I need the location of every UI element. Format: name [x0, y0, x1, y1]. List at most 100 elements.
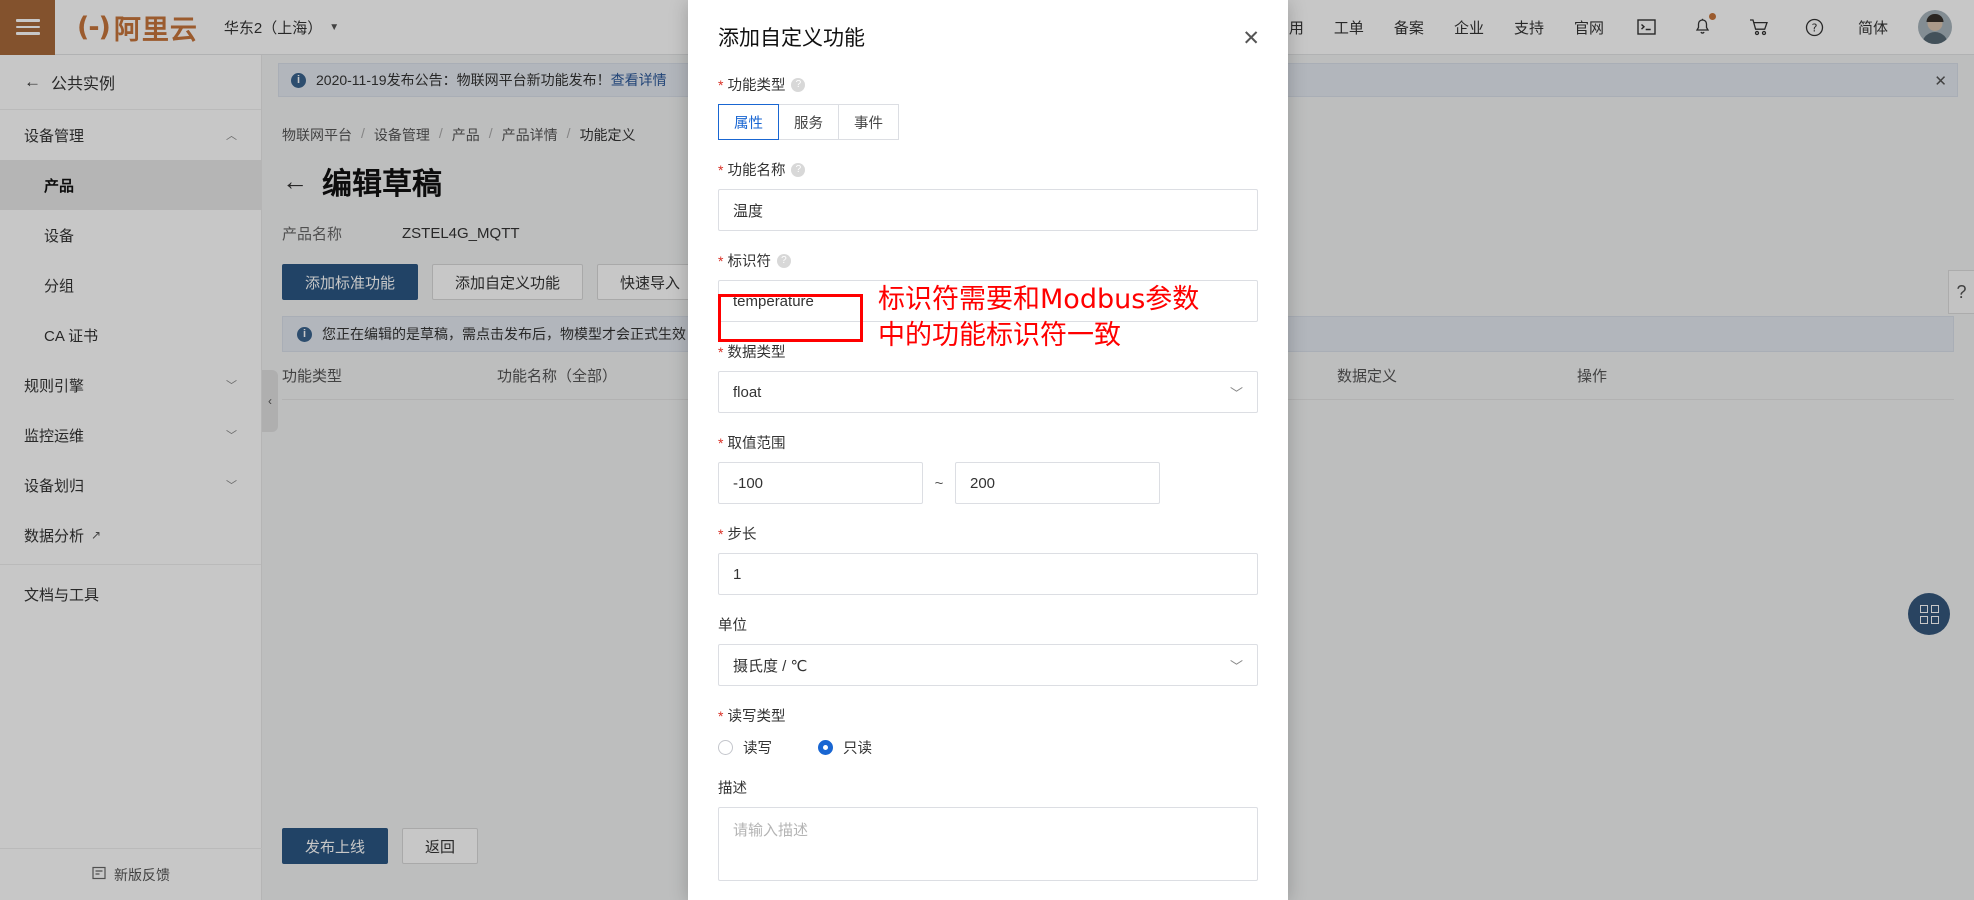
unit-select[interactable]: 摄氏度 / ℃ ﹀	[718, 644, 1258, 686]
field-label-row: 单位	[718, 614, 1258, 635]
help-icon[interactable]: ?	[791, 77, 806, 92]
value-range-max-input[interactable]: 200	[955, 462, 1160, 504]
grid-icon[interactable]	[1908, 593, 1950, 635]
console-icon[interactable]	[1634, 14, 1660, 40]
sidebar-item-groups[interactable]: 分组	[0, 260, 261, 310]
chevron-down-icon: ▼	[329, 21, 340, 33]
sidebar-item-docs-tools[interactable]: 文档与工具	[0, 569, 261, 619]
seg-property[interactable]: 属性	[718, 104, 779, 140]
radio-dot-selected	[818, 740, 833, 755]
help-icon[interactable]: ?	[776, 253, 791, 268]
chevron-down-icon: ﹀	[226, 380, 237, 392]
info-icon: i	[297, 326, 312, 342]
sidebar-feedback[interactable]: 新版反馈	[0, 848, 262, 900]
field-label: 功能名称	[727, 163, 786, 179]
hamburger-icon[interactable]	[0, 0, 55, 55]
field-rw-type: * 读写类型 读写 只读	[718, 705, 1258, 758]
field-label-row: * 标识符 ?	[718, 250, 1258, 271]
sidebar-group-monitoring[interactable]: 监控运维 ﹀	[0, 410, 261, 460]
add-standard-function-button[interactable]: 添加标准功能	[282, 264, 419, 300]
help-side-tab[interactable]: ?	[1948, 270, 1974, 314]
sidebar-back-public-instance[interactable]: ← 公共实例	[0, 55, 261, 110]
top-nav: 费用 工单 备案 企业 支持 官网 ? 简体	[1274, 10, 1974, 44]
sidebar-group-rule-engine[interactable]: 规则引擎 ﹀	[0, 360, 261, 410]
nav-item-ticket[interactable]: 工单	[1334, 17, 1364, 38]
product-name-label: 产品名称	[282, 226, 343, 243]
sidebar-feedback-label: 新版反馈	[114, 866, 170, 883]
sidebar-item-devices[interactable]: 设备	[0, 210, 261, 260]
step-input[interactable]: 1	[718, 553, 1258, 595]
chevron-down-icon: ﹀	[226, 430, 237, 442]
breadcrumb-item-device-mgmt[interactable]: 设备管理	[374, 125, 430, 145]
radio-read-only[interactable]: 只读	[818, 737, 872, 758]
breadcrumb-item-iot[interactable]: 物联网平台	[282, 125, 352, 145]
nav-item-enterprise[interactable]: 企业	[1454, 17, 1484, 38]
sidebar-collapse-handle[interactable]: ‹	[262, 370, 278, 432]
announcement-link[interactable]: 查看详情	[611, 70, 667, 90]
sidebar-item-ca-cert[interactable]: CA 证书	[0, 310, 261, 360]
close-icon[interactable]: ✕	[1934, 72, 1947, 90]
value-range-min-input[interactable]: -100	[718, 462, 923, 504]
publish-button[interactable]: 发布上线	[282, 828, 389, 864]
radio-read-write[interactable]: 读写	[718, 737, 772, 758]
region-selector[interactable]: 华东2（上海） ▼	[224, 17, 339, 38]
identifier-input[interactable]: temperature	[718, 280, 1258, 322]
sidebar-group-label: 监控运维	[24, 427, 85, 445]
required-asterisk: *	[718, 161, 724, 178]
help-circle-icon[interactable]: ?	[1802, 14, 1828, 40]
field-label-row: * 读写类型	[718, 705, 1258, 726]
radio-label: 读写	[743, 741, 772, 757]
field-data-type: * 数据类型 float ﹀	[718, 341, 1258, 413]
field-label: 取值范围	[727, 436, 786, 452]
cart-icon[interactable]	[1746, 14, 1772, 40]
field-function-type: * 功能类型 ? 属性 服务 事件	[718, 74, 1258, 140]
sidebar-group-label: 设备划归	[24, 477, 85, 495]
breadcrumb-item-product-detail[interactable]: 产品详情	[502, 125, 558, 145]
return-button[interactable]: 返回	[402, 828, 479, 864]
brand-logo[interactable]: (-) 阿里云	[77, 8, 198, 47]
required-asterisk: *	[718, 707, 724, 724]
nav-item-website[interactable]: 官网	[1574, 17, 1604, 38]
sidebar-item-products[interactable]: 产品	[0, 160, 261, 210]
back-arrow-icon[interactable]: ←	[282, 166, 308, 197]
language-switch[interactable]: 简体	[1858, 17, 1888, 38]
function-name-input[interactable]: 温度	[718, 189, 1258, 231]
seg-service[interactable]: 服务	[778, 104, 839, 140]
sidebar-item-data-analysis[interactable]: 数据分析 ↗	[0, 510, 261, 560]
nav-item-support[interactable]: 支持	[1514, 17, 1544, 38]
field-function-name: * 功能名称 ? 温度	[718, 159, 1258, 231]
help-icon[interactable]: ?	[791, 162, 806, 177]
page-title: 编辑草稿	[322, 168, 442, 201]
bell-icon[interactable]	[1690, 13, 1716, 40]
avatar-body	[1922, 32, 1948, 44]
field-label-row: 描述	[718, 777, 1258, 798]
sidebar-divider	[0, 564, 261, 565]
description-textarea[interactable]: 请输入描述	[718, 807, 1258, 881]
sidebar-group-label: 设备管理	[24, 127, 85, 145]
dialog-body: * 功能类型 ? 属性 服务 事件 * 功能名称 ? 温度 * 标识符 ? te…	[688, 74, 1288, 900]
sidebar-item-label: 数据分析	[24, 527, 85, 545]
sidebar-group-device-assign[interactable]: 设备划归 ﹀	[0, 460, 261, 510]
nav-item-icp[interactable]: 备案	[1394, 17, 1424, 38]
sidebar-group-label: 规则引擎	[24, 377, 85, 395]
field-label: 标识符	[727, 254, 771, 270]
chevron-down-icon: ﹀	[1229, 385, 1243, 401]
seg-event[interactable]: 事件	[838, 104, 899, 140]
logo-text: 阿里云	[113, 14, 198, 45]
avatar-hair	[1926, 14, 1944, 22]
avatar[interactable]	[1918, 10, 1952, 44]
radio-label: 只读	[843, 741, 872, 757]
field-label: 步长	[727, 527, 757, 543]
bottom-action-row: 发布上线 返回	[282, 828, 479, 864]
dialog-header: 添加自定义功能 ✕	[688, 0, 1288, 74]
announcement-text: 2020-11-19发布公告：物联网平台新功能发布！	[316, 72, 611, 88]
feedback-icon	[92, 866, 106, 883]
data-type-select[interactable]: float ﹀	[718, 371, 1258, 413]
breadcrumb-item-products[interactable]: 产品	[452, 125, 480, 145]
rw-type-radio-group: 读写 只读	[718, 735, 1258, 758]
sidebar-group-device-management[interactable]: 设备管理 ︿	[0, 110, 261, 160]
chevron-up-icon: ︿	[226, 130, 237, 142]
add-custom-function-button[interactable]: 添加自定义功能	[432, 264, 584, 300]
required-asterisk: *	[718, 434, 724, 451]
close-icon[interactable]: ✕	[1242, 26, 1260, 51]
